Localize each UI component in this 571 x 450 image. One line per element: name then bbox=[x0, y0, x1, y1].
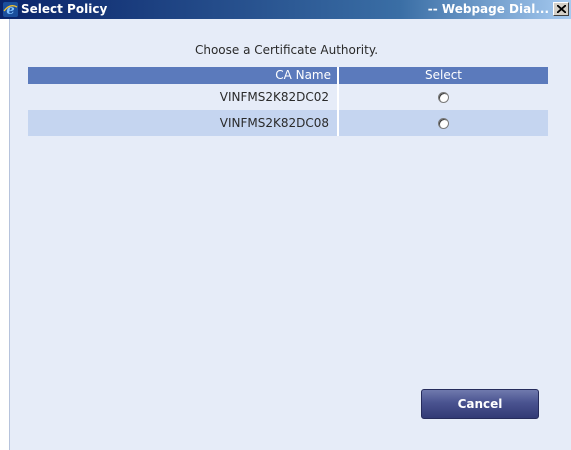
dialog-window: e Select Policy -- Webpage Dial... Choos… bbox=[0, 0, 571, 450]
dialog-content: Choose a Certificate Authority. CA Name … bbox=[9, 19, 571, 450]
select-cell bbox=[339, 110, 548, 136]
ca-table: CA Name Select VINFMS2K82DC02 VINFMS2K82… bbox=[28, 67, 548, 136]
window-title-suffix: -- Webpage Dial... bbox=[427, 2, 549, 16]
close-button[interactable] bbox=[553, 2, 569, 16]
table-row: VINFMS2K82DC02 bbox=[28, 84, 548, 110]
ca-name-cell: VINFMS2K82DC02 bbox=[28, 84, 339, 110]
table-row: VINFMS2K82DC08 bbox=[28, 110, 548, 136]
window-title: Select Policy bbox=[21, 2, 108, 16]
select-cell bbox=[339, 84, 548, 110]
table-header: CA Name Select bbox=[28, 67, 548, 84]
column-header-select: Select bbox=[424, 68, 463, 82]
title-bar[interactable]: e Select Policy -- Webpage Dial... bbox=[0, 0, 571, 19]
ca-name-cell: VINFMS2K82DC08 bbox=[28, 110, 339, 136]
select-radio[interactable] bbox=[438, 117, 449, 129]
close-icon bbox=[557, 5, 566, 13]
select-radio[interactable] bbox=[438, 91, 449, 103]
cancel-button[interactable]: Cancel bbox=[421, 389, 539, 419]
instruction-text: Choose a Certificate Authority. bbox=[194, 43, 379, 57]
column-header-ca-name: CA Name bbox=[28, 67, 339, 84]
internet-explorer-icon: e bbox=[3, 2, 18, 18]
